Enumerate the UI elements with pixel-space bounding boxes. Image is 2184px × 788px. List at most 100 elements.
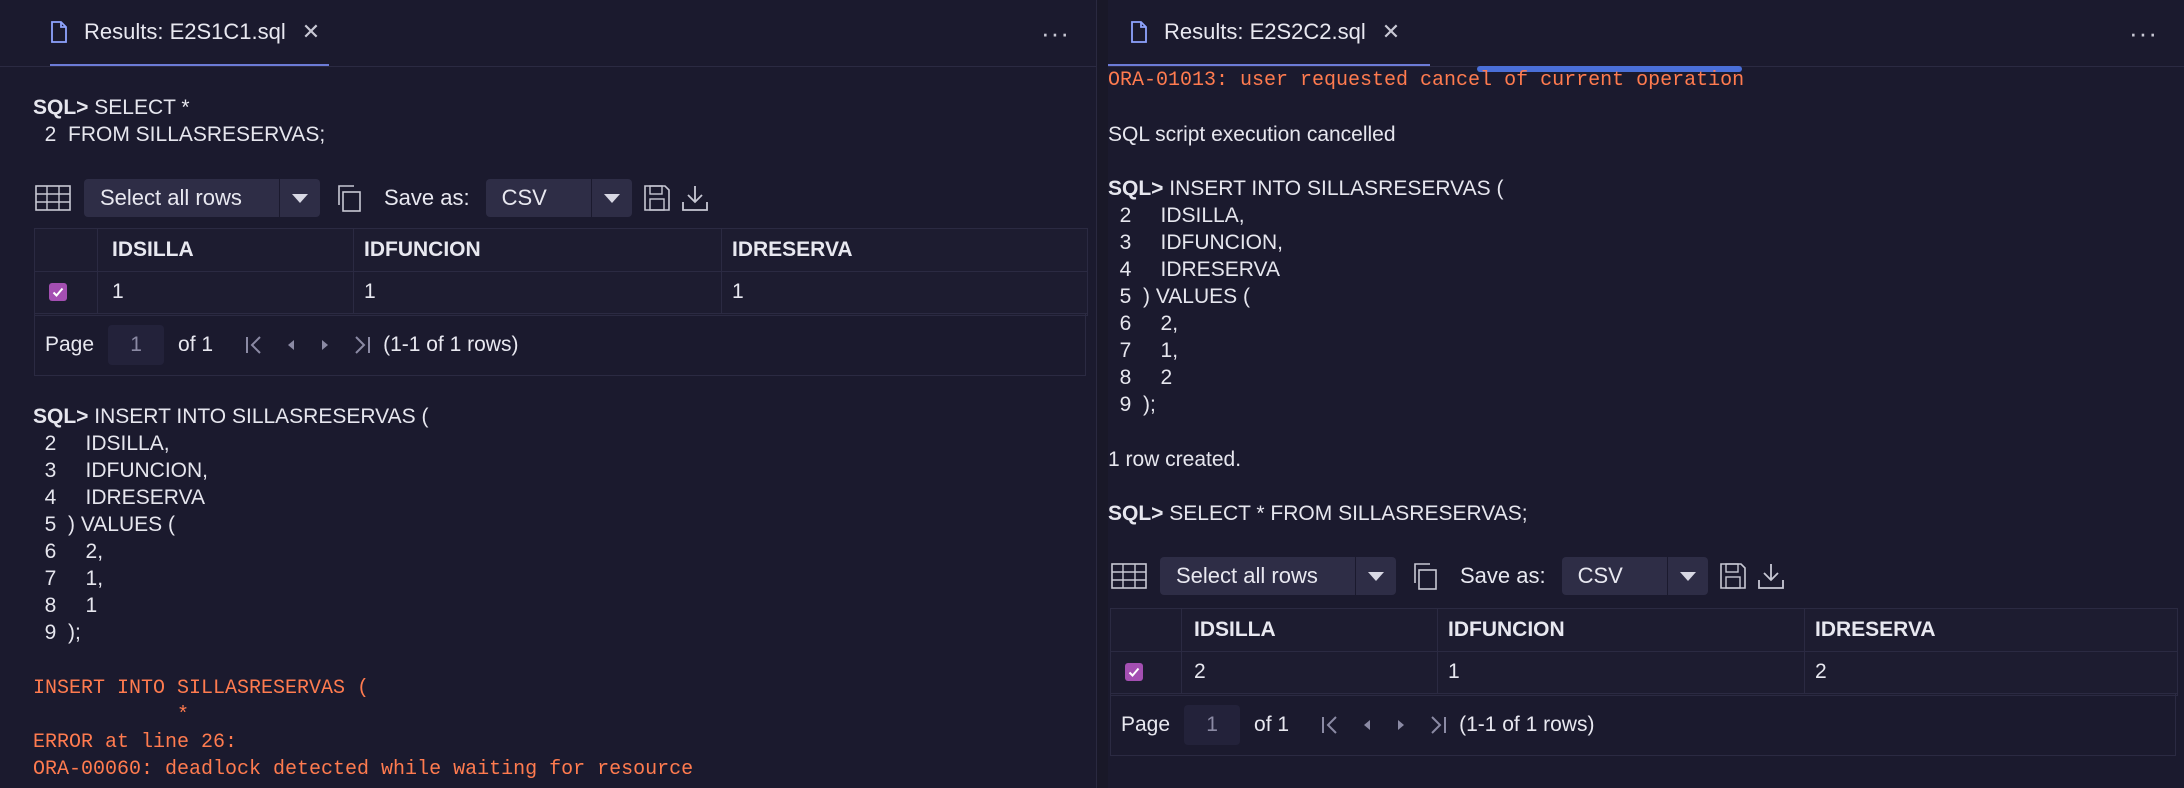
sql-text: 2 IDSILLA, (33, 432, 170, 455)
first-page-icon[interactable] (243, 334, 265, 356)
copy-icon[interactable] (1406, 560, 1444, 592)
sql-prompt: SQL> (33, 96, 89, 119)
prev-page-icon[interactable] (283, 334, 299, 356)
row-range: (1-1 of 1 rows) (1459, 712, 1595, 736)
row-created-message: 1 row created. (1108, 448, 1242, 471)
sql-text: 5 ) VALUES ( (1108, 285, 1250, 308)
table-row[interactable]: 1 1 1 (35, 271, 1087, 314)
sql-prompt: SQL> (1108, 177, 1164, 200)
save-icon[interactable] (1714, 560, 1752, 592)
sql-text: 6 2, (1108, 312, 1179, 335)
sql-text: 8 2 (1108, 366, 1173, 389)
tab-results-e2s1c1[interactable]: Results: E2S1C1.sql ✕ (50, 0, 329, 66)
sql-text: SELECT * (88, 96, 190, 119)
tab-title: Results: E2S2C2.sql (1164, 19, 1366, 44)
grid-icon[interactable] (34, 182, 72, 214)
cell-idfuncion: 1 (353, 271, 721, 313)
sql-text: INSERT INTO SILLASRESERVAS ( (88, 405, 429, 428)
error-line: INSERT INTO SILLASRESERVAS ( (33, 677, 370, 700)
row-select-cell[interactable] (1111, 651, 1181, 693)
sql-prompt: SQL> (33, 405, 89, 428)
column-header-idfuncion[interactable]: IDFUNCION (353, 229, 721, 271)
sql-text: INSERT INTO SILLASRESERVAS ( (1163, 177, 1504, 200)
error-message: ORA-01013: user requested cancel of curr… (1108, 69, 1745, 92)
output-line: 5 ) VALUES ( (33, 511, 175, 538)
chevron-down-icon (279, 179, 320, 217)
more-icon[interactable]: ··· (2129, 18, 2158, 49)
result-grid: IDSILLA IDFUNCION IDRESERVA 2 1 2 (1110, 608, 2178, 696)
sql-text: 7 1, (1108, 339, 1179, 362)
output-line: 5 ) VALUES ( (1108, 283, 1250, 310)
cancel-message: SQL script execution cancelled (1108, 123, 1396, 146)
result-toolbar: Select all rows Save as: CSV (34, 178, 714, 218)
grid-pager: Page 1 of 1 (1-1 of 1 rows) (34, 314, 1086, 376)
sql-text: 2 IDSILLA, (1108, 204, 1245, 227)
file-icon (1131, 21, 1147, 43)
column-header-idsilla[interactable]: IDSILLA (97, 229, 353, 271)
more-icon[interactable]: ··· (1041, 18, 1070, 49)
row-selection-value: Select all rows (1176, 563, 1318, 588)
download-icon[interactable] (676, 182, 714, 214)
page-number-input[interactable]: 1 (1184, 704, 1241, 745)
column-header-idreserva[interactable]: IDRESERVA (721, 229, 1087, 271)
cell-idsilla: 1 (97, 271, 353, 313)
checkbox-icon[interactable] (49, 283, 67, 301)
output-line: 3 IDFUNCION, (33, 457, 208, 484)
page-number-input[interactable]: 1 (108, 324, 165, 365)
row-select-cell[interactable] (35, 271, 97, 313)
row-range: (1-1 of 1 rows) (383, 332, 519, 356)
sql-text: 5 ) VALUES ( (33, 513, 175, 536)
next-page-icon[interactable] (1393, 714, 1409, 736)
last-page-icon[interactable] (1427, 714, 1449, 736)
output-line: 7 1, (1108, 337, 1178, 364)
last-page-icon[interactable] (351, 334, 373, 356)
export-format-dropdown[interactable]: CSV (1561, 557, 1708, 595)
close-icon[interactable]: ✕ (302, 19, 320, 45)
column-header-idfuncion[interactable]: IDFUNCION (1437, 609, 1804, 651)
row-selection-dropdown[interactable]: Select all rows (1160, 557, 1396, 595)
table-row[interactable]: 2 1 2 (1111, 651, 2177, 694)
next-page-icon[interactable] (317, 334, 333, 356)
tab-title: Results: E2S1C1.sql (84, 19, 286, 44)
output-line: 2 IDSILLA, (33, 430, 170, 457)
column-header-idreserva[interactable]: IDRESERVA (1804, 609, 2177, 651)
cell-idreserva: 2 (1804, 651, 2177, 693)
output-line: 4 IDRESERVA (33, 484, 205, 511)
sql-text: 4 IDRESERVA (1108, 258, 1280, 281)
sql-text: 9 ); (1108, 393, 1156, 416)
prev-page-icon[interactable] (1359, 714, 1375, 736)
active-tab-indicator (50, 64, 329, 66)
copy-icon[interactable] (330, 182, 368, 214)
sql-text: 3 IDFUNCION, (1108, 231, 1284, 254)
close-icon[interactable]: ✕ (1382, 19, 1400, 45)
error-line: ORA-00060: deadlock detected while waiti… (33, 758, 694, 781)
tab-results-e2s2c2[interactable]: Results: E2S2C2.sql ✕ (1108, 0, 1430, 66)
header-select-cell (35, 229, 97, 271)
sql-prompt: SQL> (1108, 502, 1164, 525)
download-icon[interactable] (1752, 560, 1790, 592)
sql-text: 2 FROM SILLASRESERVAS; (33, 123, 326, 146)
chevron-down-icon (590, 179, 632, 217)
checkbox-icon[interactable] (1125, 663, 1143, 681)
export-format-dropdown[interactable]: CSV (485, 179, 632, 217)
save-icon[interactable] (638, 182, 676, 214)
sql-text: 4 IDRESERVA (33, 486, 205, 509)
first-page-icon[interactable] (1319, 714, 1341, 736)
output-line: SQL> INSERT INTO SILLASRESERVAS ( (1108, 175, 1503, 202)
sql-text: 7 1, (33, 567, 104, 590)
output-line: 7 1, (33, 565, 103, 592)
column-header-idsilla[interactable]: IDSILLA (1181, 609, 1437, 651)
grid-pager: Page 1 of 1 (1-1 of 1 rows) (1110, 694, 2176, 756)
output-line: 4 IDRESERVA (1108, 256, 1280, 283)
output-line: 8 2 (1108, 364, 1173, 391)
save-as-label: Save as: (384, 185, 470, 210)
grid-icon[interactable] (1110, 560, 1148, 592)
output-line: 9 ); (33, 619, 81, 646)
tab-bar: Results: E2S2C2.sql ✕ ··· (1108, 0, 2184, 67)
output-line: 2 IDSILLA, (1108, 202, 1245, 229)
error-line: * (33, 704, 190, 727)
cell-idfuncion: 1 (1437, 651, 1804, 693)
page-label: Page (45, 332, 95, 356)
row-selection-dropdown[interactable]: Select all rows (84, 179, 320, 217)
file-icon (51, 21, 67, 43)
